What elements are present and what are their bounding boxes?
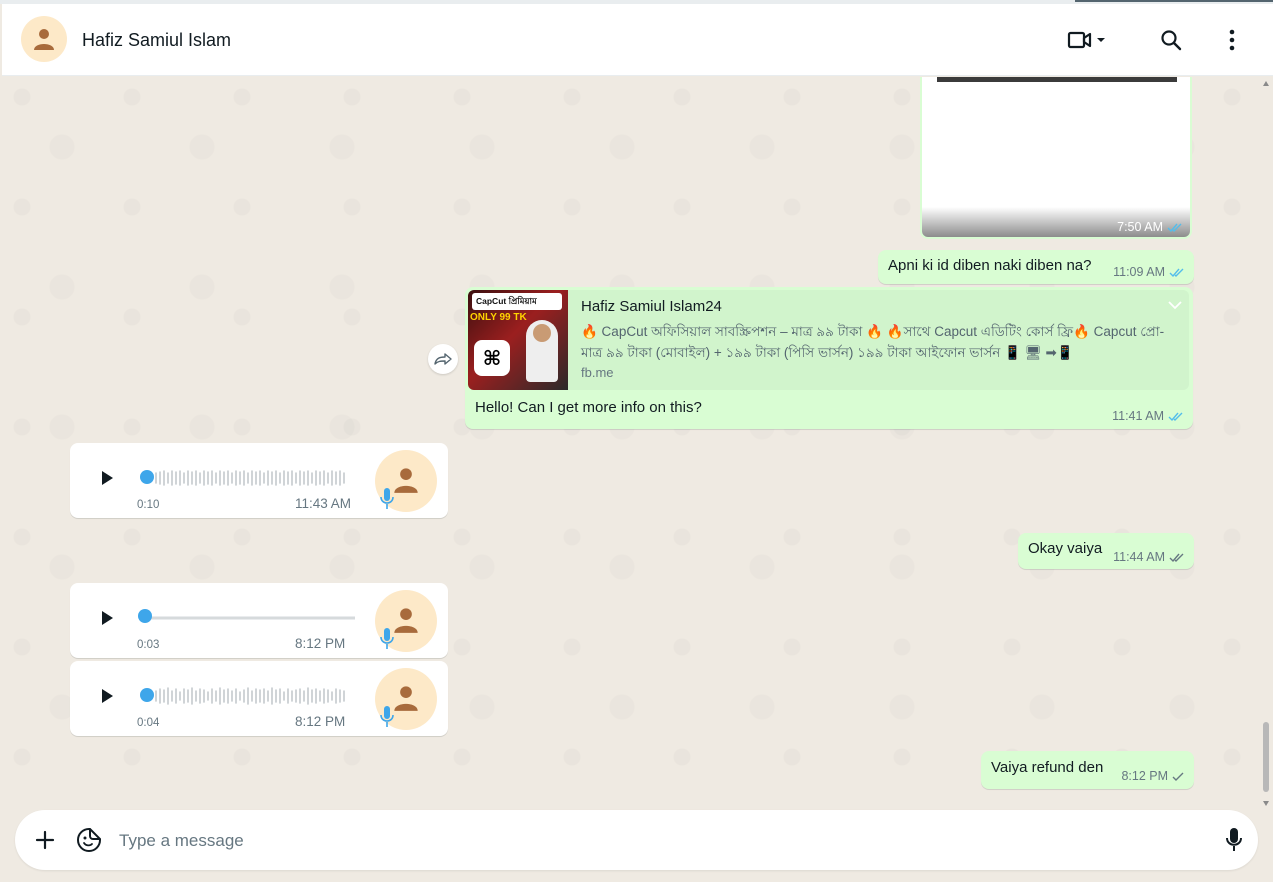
search-button[interactable]	[1155, 24, 1187, 56]
scroll-thumb[interactable]	[1263, 722, 1269, 792]
outgoing-message[interactable]: Vaiya refund den 8:12 PM	[981, 751, 1194, 789]
voice-record-button[interactable]	[1220, 826, 1248, 854]
double-check-delivered-icon	[1169, 553, 1184, 562]
progress-track[interactable]	[140, 609, 355, 627]
play-icon	[102, 689, 113, 703]
menu-button[interactable]	[1218, 24, 1246, 56]
contact-name[interactable]: Hafiz Samiul Islam	[82, 30, 231, 51]
incoming-voice-message[interactable]: 0:10 11:43 AM	[70, 443, 448, 518]
link-thumbnail: CapCut প্রিমিয়াম ONLY 99 TK ⌘	[468, 290, 568, 390]
incoming-voice-message[interactable]: 0:04 8:12 PM	[70, 661, 448, 736]
outgoing-link-message[interactable]: CapCut প্রিমিয়াম ONLY 99 TK ⌘ Hafiz Sam…	[465, 287, 1193, 429]
chat-header: Hafiz Samiul Islam	[2, 4, 1273, 76]
voice-duration: 0:03	[137, 639, 160, 651]
message-text: Hello! Can I get more info on this?	[475, 399, 702, 416]
active-tab-indicator	[1075, 0, 1273, 2]
message-time: 8:12 PM	[295, 714, 346, 729]
outgoing-message[interactable]: Apni ki id diben naki diben na? 11:09 AM	[878, 250, 1194, 284]
playback-slider-handle[interactable]	[140, 688, 154, 702]
link-title: Hafiz Samiul Islam24	[581, 298, 722, 315]
image-content-bar	[937, 77, 1177, 82]
avatar-icon	[34, 29, 54, 50]
forward-icon	[434, 353, 452, 365]
message-time: 8:12 PM	[1121, 769, 1168, 783]
sticker-button[interactable]	[76, 827, 102, 853]
message-time: 8:12 PM	[295, 636, 346, 651]
avatar-icon	[394, 608, 418, 633]
double-check-read-icon	[1168, 412, 1183, 421]
outgoing-message[interactable]: Okay vaiya 11:44 AM	[1018, 533, 1194, 569]
message-meta: 7:50 AM	[1117, 220, 1184, 234]
waveform	[155, 687, 345, 705]
message-meta: 8:12 PM	[1121, 769, 1186, 783]
message-time: 11:41 AM	[1112, 409, 1164, 423]
single-check-icon	[1172, 772, 1184, 781]
mic-icon	[380, 488, 394, 509]
message-time: 11:43 AM	[295, 496, 352, 511]
message-time: 11:44 AM	[1113, 550, 1165, 564]
message-text: Okay vaiya	[1028, 540, 1103, 557]
play-button[interactable]	[96, 685, 118, 707]
video-call-button[interactable]	[1062, 24, 1112, 56]
forward-button[interactable]	[428, 344, 458, 374]
contact-avatar[interactable]	[21, 16, 67, 62]
menu-dots-icon	[1229, 29, 1235, 51]
double-check-read-icon	[1169, 268, 1184, 277]
message-meta: 11:44 AM	[1113, 550, 1186, 564]
message-input[interactable]	[117, 824, 1201, 858]
playback-slider-handle[interactable]	[140, 470, 154, 484]
message-meta: 11:09 AM	[1113, 265, 1186, 279]
waveform	[155, 470, 345, 486]
message-time: 7:50 AM	[1117, 220, 1163, 234]
playback-slider-handle[interactable]	[138, 609, 152, 623]
double-check-read-icon	[1167, 223, 1182, 232]
avatar-icon	[394, 686, 418, 711]
link-description: 🔥 CapCut অফিসিয়াল সাবস্ক্রিপশন – মাত্র …	[581, 324, 1165, 360]
plus-icon	[35, 830, 55, 850]
mic-icon	[1226, 828, 1242, 851]
link-url[interactable]: fb.me	[581, 365, 614, 380]
incoming-voice-message[interactable]: 0:03 8:12 PM	[70, 583, 448, 658]
chat-scrollbar[interactable]	[1260, 77, 1272, 810]
thumbnail-badge: CapCut প্রিমিয়াম	[472, 293, 562, 310]
voice-duration: 0:10	[137, 499, 160, 511]
capcut-logo-icon: ⌘	[474, 340, 510, 376]
link-preview-card[interactable]: CapCut প্রিমিয়াম ONLY 99 TK ⌘ Hafiz Sam…	[468, 290, 1189, 390]
play-icon	[102, 611, 113, 625]
message-meta: 11:41 AM	[1112, 409, 1185, 423]
scroll-up-arrow-icon[interactable]	[1263, 81, 1269, 86]
play-button[interactable]	[96, 607, 118, 629]
chevron-down-icon	[1097, 38, 1105, 42]
mic-icon	[380, 628, 394, 649]
play-button[interactable]	[96, 467, 118, 489]
image-preview[interactable]	[922, 77, 1190, 237]
sticker-icon	[77, 828, 101, 852]
message-composer	[15, 810, 1258, 870]
scroll-down-arrow-icon[interactable]	[1263, 801, 1269, 806]
video-call-icon	[1067, 31, 1092, 49]
thumbnail-price: ONLY 99 TK	[470, 312, 527, 323]
message-time: 11:09 AM	[1113, 265, 1165, 279]
image-message[interactable]: 7:50 AM	[920, 77, 1192, 239]
chevron-down-icon[interactable]	[1167, 300, 1183, 310]
message-text: Apni ki id diben naki diben na?	[888, 257, 1092, 274]
avatar-icon	[394, 468, 418, 493]
message-text: Vaiya refund den	[991, 759, 1104, 776]
search-icon	[1161, 30, 1182, 51]
mic-icon	[380, 706, 394, 727]
thumbnail-person	[526, 320, 558, 382]
attach-button[interactable]	[33, 828, 57, 852]
voice-duration: 0:04	[137, 717, 160, 729]
play-icon	[102, 471, 113, 485]
